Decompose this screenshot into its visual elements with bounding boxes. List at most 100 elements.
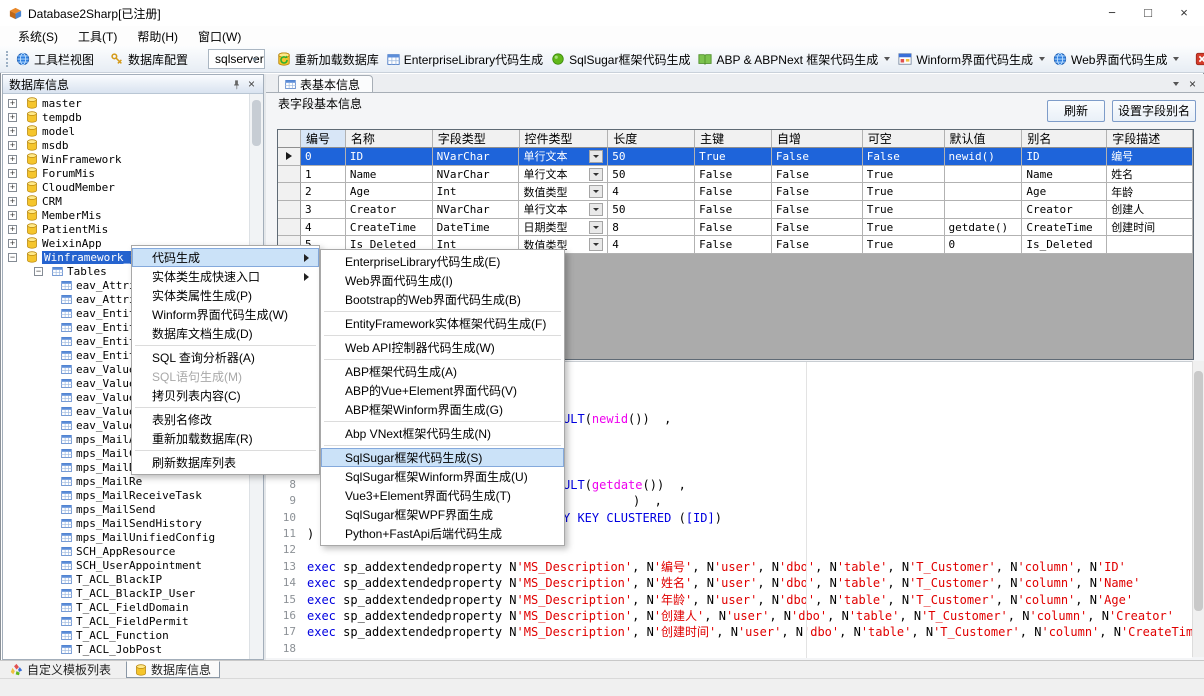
toolbar-button[interactable]: SqlSugar框架代码生成	[547, 48, 694, 71]
menu-item[interactable]: Winform界面代码生成(W)	[132, 305, 319, 324]
grid-cell[interactable]: NVarChar	[433, 166, 520, 184]
grid-cell[interactable]: 单行文本	[519, 201, 608, 219]
grid-cell[interactable]: 创建时间	[1107, 219, 1193, 237]
tree-item[interactable]: +model	[3, 124, 250, 138]
grid-cell[interactable]	[945, 201, 1023, 219]
grid-cell[interactable]: True	[695, 148, 772, 166]
combo-dropdown-button[interactable]	[589, 185, 603, 198]
dock-tab-database-info[interactable]: 数据库信息	[126, 661, 220, 678]
menu-item[interactable]: SqlSugar框架代码生成(S)	[321, 448, 564, 467]
grid-column-header[interactable]: 长度	[608, 130, 695, 148]
grid-cell[interactable]	[1107, 236, 1193, 254]
grid-column-header[interactable]: 可空	[863, 130, 945, 148]
tree-item[interactable]: +PatientMis	[3, 222, 250, 236]
tree-item[interactable]: mps_MailSend	[3, 502, 250, 516]
grid-cell[interactable]: False	[772, 166, 863, 184]
menu-item[interactable]: Web API控制器代码生成(W)	[321, 338, 564, 357]
refresh-button[interactable]: 刷新	[1047, 100, 1105, 122]
tree-expander-icon[interactable]: +	[8, 239, 17, 248]
menubar-item[interactable]: 系统(S)	[8, 26, 68, 47]
grid-cell[interactable]: NVarChar	[433, 148, 520, 166]
grid-cell[interactable]: ID	[346, 148, 433, 166]
pin-icon[interactable]	[229, 79, 244, 90]
tree-item[interactable]: +CloudMember	[3, 180, 250, 194]
grid-cell[interactable]: True	[863, 219, 945, 237]
grid-cell[interactable]: 单行文本	[519, 166, 608, 184]
grid-cell[interactable]: True	[863, 201, 945, 219]
menu-item[interactable]: SqlSugar框架WPF界面生成	[321, 505, 564, 524]
tree-item[interactable]: T_ACL_JobPost	[3, 642, 250, 656]
grid-cell[interactable]	[945, 166, 1023, 184]
grid-cell[interactable]: getdate()	[945, 219, 1023, 237]
menu-item[interactable]: 数据库文档生成(D)	[132, 324, 319, 343]
grid-cell[interactable]: True	[863, 183, 945, 201]
grid-cell[interactable]: True	[863, 236, 945, 254]
close-button[interactable]: ×	[1166, 0, 1202, 26]
combo-dropdown-button[interactable]	[589, 150, 603, 163]
grid-row-header[interactable]	[278, 201, 301, 219]
menu-item[interactable]: Web界面代码生成(I)	[321, 271, 564, 290]
set-field-alias-button[interactable]: 设置字段别名	[1112, 100, 1196, 122]
tree-item[interactable]: +msdb	[3, 138, 250, 152]
document-close-icon[interactable]: ×	[1189, 77, 1196, 91]
tree-expander-icon[interactable]: +	[8, 197, 17, 206]
grid-cell[interactable]: 编号	[1107, 148, 1193, 166]
grid-cell[interactable]: False	[695, 236, 772, 254]
grid-cell[interactable]: ID	[1022, 148, 1107, 166]
tree-expander-icon[interactable]: +	[8, 169, 17, 178]
toolbar-button[interactable]: EnterpriseLibrary代码生成	[383, 48, 547, 71]
grid-cell[interactable]: 单行文本	[519, 148, 608, 166]
menu-item[interactable]: 代码生成	[132, 248, 319, 267]
grid-cell[interactable]: 3	[301, 201, 346, 219]
tab-table-basic-info[interactable]: 表基本信息	[278, 75, 373, 92]
database-type-combo[interactable]: sqlserver	[208, 49, 265, 69]
grid-cell[interactable]	[945, 183, 1023, 201]
tree-expander-icon[interactable]: +	[8, 225, 17, 234]
menu-item[interactable]: ABP的Vue+Element界面代码(V)	[321, 381, 564, 400]
grid-cell[interactable]: False	[695, 201, 772, 219]
menu-item[interactable]: ABP框架代码生成(A)	[321, 362, 564, 381]
menu-item[interactable]: 实体类属性生成(P)	[132, 286, 319, 305]
grid-cell[interactable]: Age	[1022, 183, 1107, 201]
grid-row-header[interactable]	[278, 183, 301, 201]
combo-dropdown-button[interactable]	[589, 221, 603, 234]
grid-column-header[interactable]: 别名	[1022, 130, 1107, 148]
tree-expander-icon[interactable]: +	[8, 113, 17, 122]
grid-cell[interactable]: False	[772, 201, 863, 219]
menu-item[interactable]: 重新加载数据库(R)	[132, 429, 319, 448]
table-row[interactable]: 1NameNVarChar单行文本50FalseFalseTrueName姓名	[278, 166, 1193, 184]
tree-item[interactable]: T_ACL_BlackIP	[3, 572, 250, 586]
tree-item[interactable]: mps_MailSendHistory	[3, 516, 250, 530]
table-row[interactable]: 0IDNVarChar单行文本50TrueFalseFalsenewid()ID…	[278, 148, 1193, 166]
grid-cell[interactable]: Creator	[346, 201, 433, 219]
minimize-button[interactable]: −	[1094, 0, 1130, 26]
grid-cell[interactable]: False	[772, 148, 863, 166]
grid-column-header[interactable]: 名称	[346, 130, 433, 148]
menu-item[interactable]: ABP框架Winform界面生成(G)	[321, 400, 564, 419]
grid-cell[interactable]: 4	[301, 219, 346, 237]
grid-cell[interactable]: 0	[945, 236, 1023, 254]
combo-dropdown-button[interactable]	[589, 238, 603, 251]
grid-cell[interactable]: 50	[608, 201, 695, 219]
toolbar-button[interactable]: 数据库配置	[106, 48, 192, 71]
chevron-down-icon[interactable]	[1173, 82, 1179, 86]
menu-item[interactable]: Abp VNext框架代码生成(N)	[321, 424, 564, 443]
tree-item[interactable]: mps_MailRe	[3, 474, 250, 488]
grid-cell[interactable]: NVarChar	[433, 201, 520, 219]
grid-cell[interactable]: Creator	[1022, 201, 1107, 219]
grid-cell[interactable]: 数值类型	[519, 183, 608, 201]
grid-cell[interactable]: 创建人	[1107, 201, 1193, 219]
tree-expander-icon[interactable]: +	[8, 211, 17, 220]
grid-row-header[interactable]	[278, 148, 301, 166]
grid-cell[interactable]: False	[863, 148, 945, 166]
menu-item[interactable]: Bootstrap的Web界面代码生成(B)	[321, 290, 564, 309]
grid-cell[interactable]: False	[772, 236, 863, 254]
grid-cell[interactable]: 1	[301, 166, 346, 184]
toolbar-button[interactable]: 工具栏视图	[12, 48, 98, 71]
menu-item[interactable]: 实体类生成快速入口	[132, 267, 319, 286]
grid-column-header[interactable]: 自增	[772, 130, 863, 148]
table-row[interactable]: 2AgeInt数值类型4FalseFalseTrueAge年龄	[278, 183, 1193, 201]
grid-column-header[interactable]: 默认值	[945, 130, 1023, 148]
grid-cell[interactable]: 年龄	[1107, 183, 1193, 201]
grid-cell[interactable]: True	[863, 166, 945, 184]
